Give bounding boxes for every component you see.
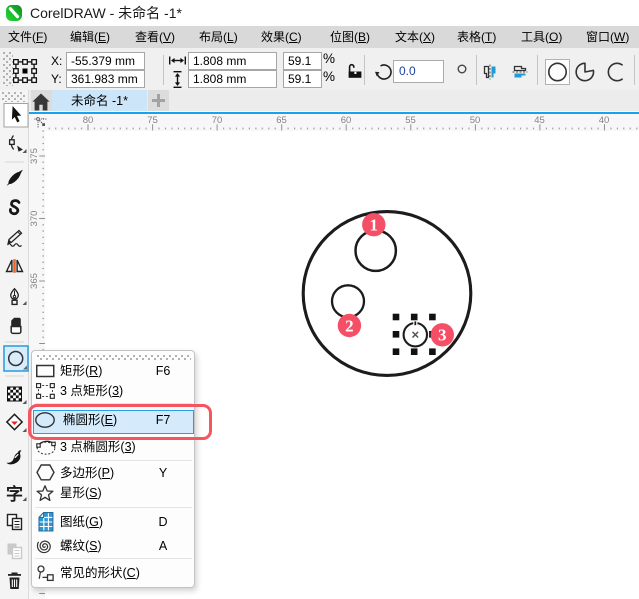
svg-text:55: 55 (405, 115, 416, 126)
svg-text:365: 365 (29, 273, 40, 289)
svg-text:45: 45 (534, 115, 545, 126)
svg-text:370: 370 (29, 211, 40, 227)
svg-text:65: 65 (276, 115, 287, 126)
svg-text:375: 375 (29, 148, 40, 164)
svg-text:60: 60 (341, 115, 352, 126)
svg-text:70: 70 (212, 115, 223, 126)
svg-text:50: 50 (470, 115, 481, 126)
svg-text:80: 80 (83, 115, 94, 126)
svg-text:75: 75 (147, 115, 158, 126)
svg-text:1: 1 (370, 216, 379, 235)
svg-text:40: 40 (599, 115, 610, 126)
svg-text:3: 3 (438, 326, 447, 345)
svg-text:2: 2 (345, 316, 354, 335)
svg-text:字: 字 (6, 484, 23, 504)
